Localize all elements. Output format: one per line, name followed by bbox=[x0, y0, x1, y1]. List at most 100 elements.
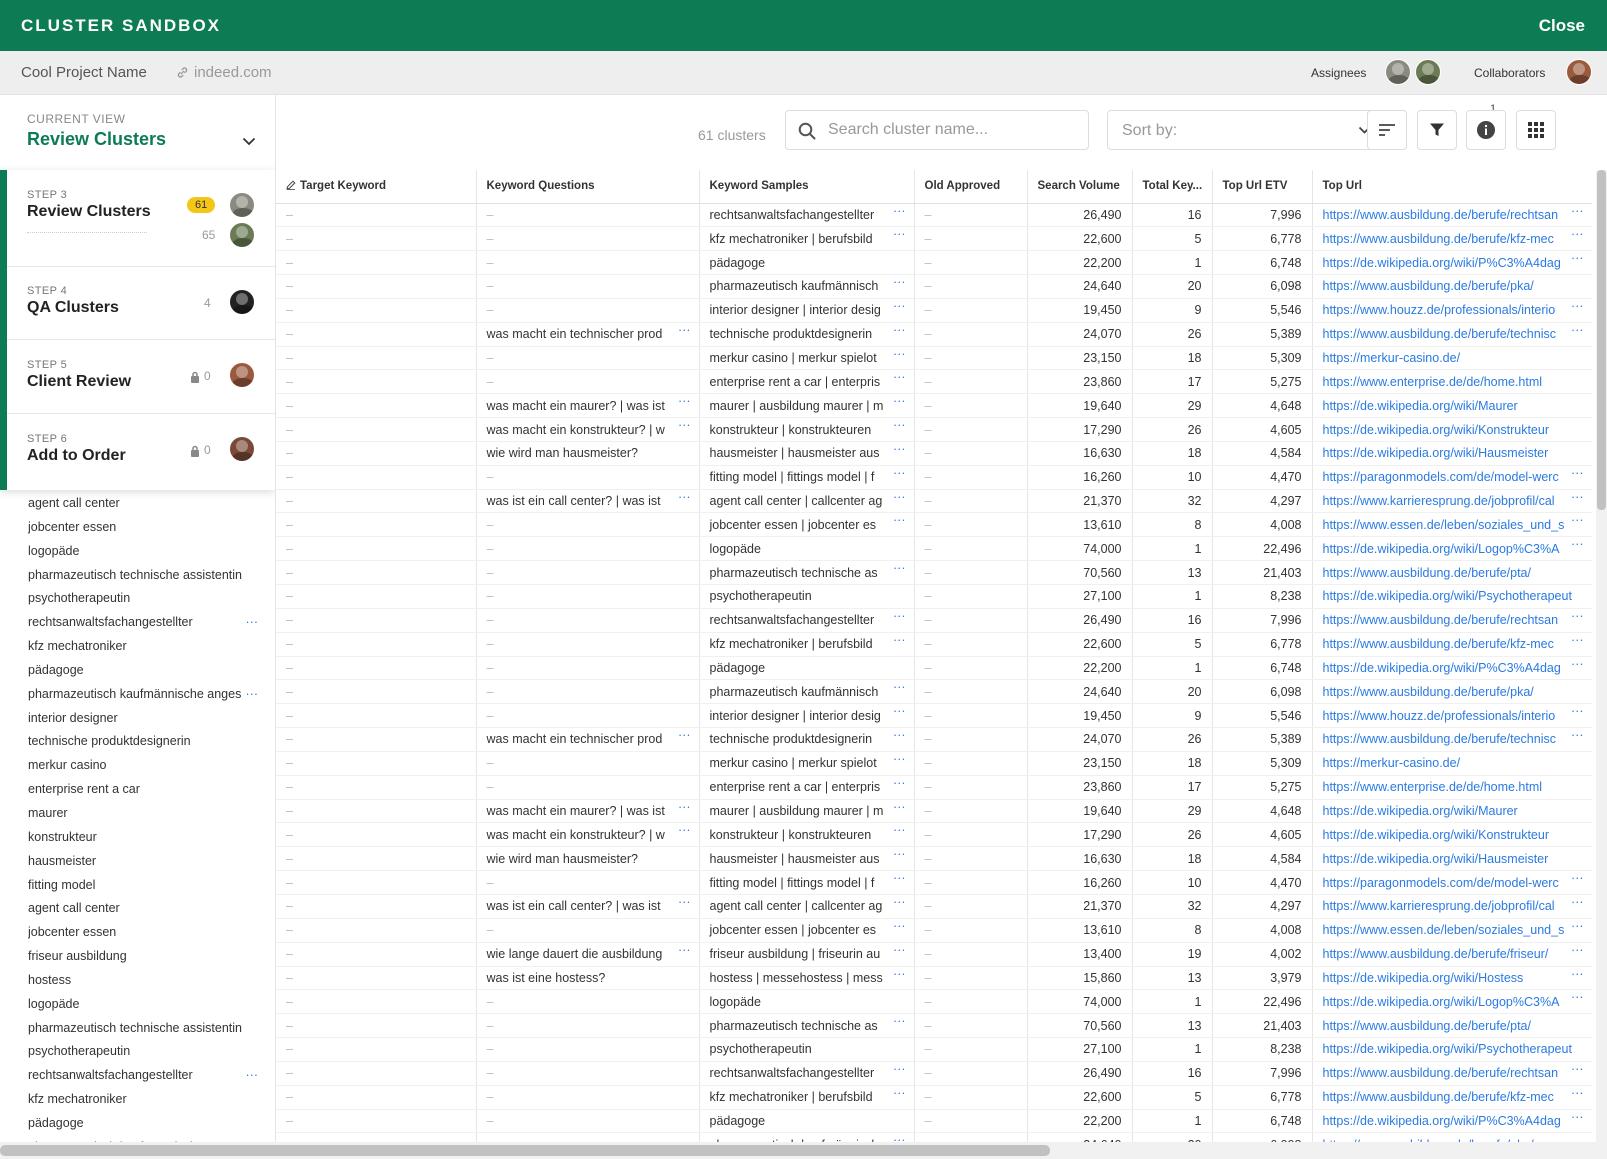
more-icon[interactable]: ··· bbox=[246, 683, 259, 707]
table-row[interactable]: – – pharmazeutisch technische as ··· – 70,560… bbox=[276, 1013, 1592, 1039]
cell-top-url[interactable]: https://www.ausbildung.de/berufe/pta/ bbox=[1312, 560, 1592, 585]
cell-top-url[interactable]: https://www.ausbildung.de/berufe/pta/ bbox=[1312, 1013, 1592, 1039]
cell-target-keyword[interactable]: – bbox=[276, 656, 477, 681]
table-row[interactable]: – – interior designer | interior desig ··· –… bbox=[276, 703, 1592, 729]
more-icon[interactable]: ··· bbox=[1571, 943, 1584, 957]
more-icon[interactable]: ··· bbox=[1571, 895, 1584, 909]
list-item[interactable]: interior designer bbox=[28, 707, 258, 731]
cell-top-url[interactable]: https://www.houzz.de/professionals/inter… bbox=[1312, 703, 1592, 729]
collaborator-avatar[interactable] bbox=[1566, 59, 1592, 85]
more-icon[interactable]: ··· bbox=[893, 847, 906, 861]
table-row[interactable]: – – enterprise rent a car | enterpris ··· – 2… bbox=[276, 369, 1592, 395]
more-icon[interactable]: ··· bbox=[893, 442, 906, 456]
list-item[interactable]: logopäde bbox=[28, 540, 258, 564]
list-item[interactable]: pharmazeutisch kaufmännische anges ··· bbox=[28, 683, 258, 707]
more-icon[interactable]: ··· bbox=[893, 227, 906, 241]
cell-top-url[interactable]: https://www.houzz.de/professionals/inter… bbox=[1312, 298, 1592, 323]
more-icon[interactable]: ··· bbox=[893, 800, 906, 814]
cell-target-keyword[interactable]: – bbox=[276, 727, 477, 752]
cell-top-url[interactable]: https://www.essen.de/leben/soziales_und_… bbox=[1312, 512, 1592, 538]
cell-target-keyword[interactable]: – bbox=[276, 703, 477, 729]
more-icon[interactable]: ··· bbox=[893, 1086, 906, 1100]
col-total-keywords[interactable]: Total Key... bbox=[1132, 170, 1213, 204]
cell-target-keyword[interactable]: – bbox=[276, 822, 477, 848]
cell-top-url[interactable]: https://www.karrieresprung.de/jobprofil/… bbox=[1312, 489, 1592, 514]
more-icon[interactable]: ··· bbox=[893, 490, 906, 504]
info-button[interactable] bbox=[1466, 110, 1506, 150]
cell-target-keyword[interactable]: – bbox=[276, 846, 477, 872]
cell-top-url[interactable]: https://de.wikipedia.org/wiki/P%C3%A4dag… bbox=[1312, 250, 1592, 276]
more-icon[interactable]: ··· bbox=[1571, 251, 1584, 265]
cell-top-url[interactable]: https://merkur-casino.de/ bbox=[1312, 346, 1592, 371]
table-row[interactable]: – – pharmazeutisch kaufmännisch ··· – 24,640 2… bbox=[276, 274, 1592, 299]
more-icon[interactable]: ··· bbox=[1571, 704, 1584, 718]
cell-top-url[interactable]: https://www.ausbildung.de/berufe/kfz-mec… bbox=[1312, 632, 1592, 657]
cell-top-url[interactable]: https://www.ausbildung.de/berufe/kfz-mec… bbox=[1312, 226, 1592, 252]
chevron-down-icon[interactable] bbox=[242, 137, 256, 146]
more-icon[interactable]: ··· bbox=[893, 680, 906, 694]
table-row[interactable]: – – jobcenter essen | jobcenter es ··· – 13,6… bbox=[276, 512, 1592, 538]
assignee-avatar-2[interactable] bbox=[1415, 59, 1441, 85]
table-row[interactable]: – – enterprise rent a car | enterpris ··· – 2… bbox=[276, 775, 1592, 800]
project-domain-link[interactable]: indeed.com bbox=[176, 64, 272, 81]
list-item[interactable]: kfz mechatroniker bbox=[28, 1088, 258, 1112]
table-row[interactable]: – – logopäde – 74,000 1 22,496 https://de.wikip… bbox=[276, 536, 1592, 562]
table-row[interactable]: – – logopäde – 74,000 1 22,496 https://de.wikip… bbox=[276, 989, 1592, 1015]
cell-top-url[interactable]: https://de.wikipedia.org/wiki/Konstrukte… bbox=[1312, 417, 1592, 442]
cell-top-url[interactable]: https://www.enterprise.de/de/home.html bbox=[1312, 775, 1592, 800]
cell-top-url[interactable]: https://www.ausbildung.de/berufe/pka/ bbox=[1312, 1132, 1592, 1142]
cell-top-url[interactable]: https://de.wikipedia.org/wiki/Maurer bbox=[1312, 393, 1592, 419]
more-icon[interactable]: ··· bbox=[1571, 537, 1584, 551]
table-row[interactable]: – wie wird man hausmeister? hausmeister | … bbox=[276, 441, 1592, 466]
cell-target-keyword[interactable]: – bbox=[276, 1085, 477, 1110]
list-item[interactable]: fitting model bbox=[28, 874, 258, 898]
table-row[interactable]: – – pharmazeutisch kaufmännisch ··· – 24,640 2… bbox=[276, 679, 1592, 705]
more-icon[interactable]: ··· bbox=[1571, 657, 1584, 671]
more-icon[interactable]: ··· bbox=[893, 1062, 906, 1076]
cell-top-url[interactable]: https://www.ausbildung.de/berufe/rechtsa… bbox=[1312, 1061, 1592, 1086]
cell-target-keyword[interactable]: – bbox=[276, 489, 477, 514]
cell-top-url[interactable]: https://de.wikipedia.org/wiki/Logop%C3%A… bbox=[1312, 989, 1592, 1015]
cell-target-keyword[interactable]: – bbox=[276, 775, 477, 800]
table-row[interactable]: – – merkur casino | merkur spielot ··· – 23,1… bbox=[276, 751, 1592, 776]
table-row[interactable]: – was macht ein technischer prod ··· techni… bbox=[276, 727, 1592, 752]
more-icon[interactable]: ··· bbox=[678, 323, 691, 337]
cell-top-url[interactable]: https://paragonmodels.com/de/model-werc ·… bbox=[1312, 870, 1592, 895]
table-row[interactable]: – was macht ein konstrukteur? | w ··· konst… bbox=[276, 417, 1592, 442]
more-icon[interactable]: ··· bbox=[893, 943, 906, 957]
list-item[interactable]: jobcenter essen bbox=[28, 921, 258, 945]
col-top-url[interactable]: Top Url bbox=[1312, 170, 1592, 204]
list-item[interactable]: logopäde bbox=[28, 993, 258, 1017]
table-row[interactable]: – was macht ein technischer prod ··· techni… bbox=[276, 322, 1592, 347]
col-keyword-samples[interactable]: Keyword Samples bbox=[699, 170, 915, 204]
more-icon[interactable]: ··· bbox=[893, 394, 906, 408]
cell-target-keyword[interactable]: – bbox=[276, 1037, 477, 1062]
table-row[interactable]: – – psychotherapeutin – 27,100 1 8,238 https://… bbox=[276, 1037, 1592, 1062]
list-item[interactable]: friseur ausbildung bbox=[28, 945, 258, 969]
cell-top-url[interactable]: https://de.wikipedia.org/wiki/Maurer bbox=[1312, 799, 1592, 824]
more-icon[interactable]: ··· bbox=[1571, 490, 1584, 504]
list-item[interactable]: maurer bbox=[28, 802, 258, 826]
cell-target-keyword[interactable]: – bbox=[276, 870, 477, 895]
table-row[interactable]: – – kfz mechatroniker | berufsbild ··· – 22,6… bbox=[276, 226, 1592, 252]
cell-top-url[interactable]: https://www.karrieresprung.de/jobprofil/… bbox=[1312, 894, 1592, 919]
more-icon[interactable]: ··· bbox=[1571, 1086, 1584, 1100]
more-icon[interactable]: ··· bbox=[1571, 990, 1584, 1004]
more-icon[interactable]: ··· bbox=[893, 561, 906, 575]
more-icon[interactable]: ··· bbox=[893, 347, 906, 361]
more-icon[interactable]: ··· bbox=[1571, 633, 1584, 647]
more-icon[interactable]: ··· bbox=[678, 895, 691, 909]
search-box[interactable] bbox=[785, 110, 1089, 150]
step-qa-clusters[interactable]: STEP 4 QA Clusters 4 bbox=[7, 267, 275, 340]
table-row[interactable]: – was macht ein maurer? | was ist ··· maure… bbox=[276, 799, 1592, 824]
more-icon[interactable]: ··· bbox=[678, 823, 691, 837]
list-item[interactable]: pädagoge bbox=[28, 1112, 258, 1136]
list-item[interactable]: enterprise rent a car bbox=[28, 778, 258, 802]
more-icon[interactable]: ··· bbox=[1571, 919, 1584, 933]
cell-top-url[interactable]: https://de.wikipedia.org/wiki/Hausmeiste… bbox=[1312, 846, 1592, 872]
list-item[interactable]: pharmazeutisch technische assistentin bbox=[28, 564, 258, 588]
cell-target-keyword[interactable]: – bbox=[276, 751, 477, 776]
cell-target-keyword[interactable]: – bbox=[276, 203, 477, 228]
col-top-url-etv[interactable]: Top Url ETV bbox=[1212, 170, 1313, 204]
table-row[interactable]: – – pharmazeutisch technische as ··· – 70,560… bbox=[276, 560, 1592, 585]
